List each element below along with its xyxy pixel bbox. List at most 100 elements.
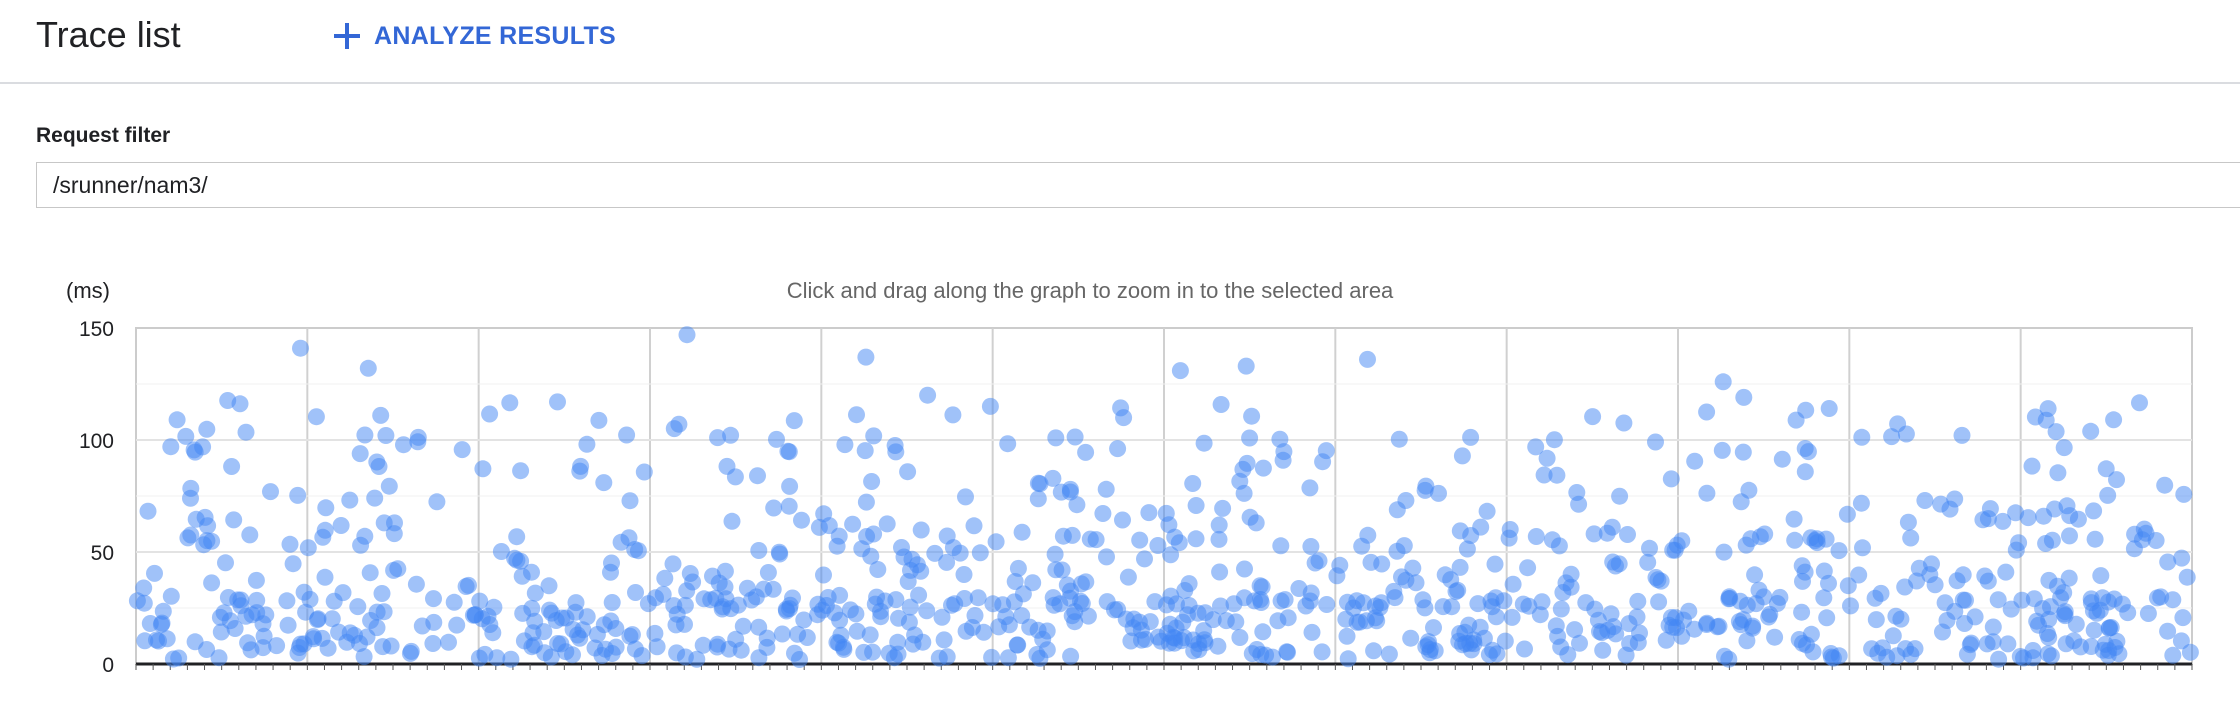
trace-point[interactable] [385, 525, 403, 543]
trace-point[interactable] [987, 533, 1005, 551]
trace-point[interactable] [1227, 613, 1245, 631]
trace-point[interactable] [1746, 566, 1764, 584]
trace-point[interactable] [1997, 563, 2015, 581]
trace-point[interactable] [865, 427, 883, 445]
trace-point[interactable] [1425, 619, 1442, 637]
trace-point[interactable] [1533, 593, 1551, 611]
trace-scatter-chart[interactable]: (ms) Click and drag along the graph to z… [0, 260, 2240, 696]
trace-point[interactable] [1737, 536, 1755, 554]
trace-point[interactable] [185, 441, 203, 459]
trace-point[interactable] [793, 511, 810, 529]
trace-point[interactable] [1272, 537, 1290, 555]
trace-point[interactable] [158, 630, 176, 648]
trace-point[interactable] [1276, 591, 1294, 609]
trace-point[interactable] [2094, 589, 2112, 607]
trace-point[interactable] [374, 638, 392, 656]
trace-point[interactable] [635, 463, 653, 481]
trace-point[interactable] [908, 556, 926, 574]
trace-point[interactable] [694, 636, 712, 654]
trace-point[interactable] [1887, 607, 1905, 625]
trace-point[interactable] [955, 566, 973, 583]
trace-point[interactable] [1279, 643, 1296, 661]
trace-point[interactable] [1830, 647, 1848, 665]
trace-point[interactable] [1365, 642, 1383, 660]
trace-point[interactable] [445, 593, 463, 611]
trace-point[interactable] [607, 638, 625, 656]
trace-point[interactable] [1946, 490, 1964, 508]
trace-point[interactable] [1184, 475, 1202, 492]
trace-point[interactable] [1571, 634, 1588, 652]
trace-point[interactable] [999, 435, 1017, 453]
trace-point[interactable] [981, 397, 999, 415]
trace-point[interactable] [523, 599, 541, 617]
trace-point[interactable] [448, 616, 466, 634]
trace-point[interactable] [198, 420, 216, 438]
trace-point[interactable] [1097, 480, 1115, 498]
trace-point[interactable] [1243, 407, 1261, 425]
trace-point[interactable] [567, 594, 585, 612]
trace-point[interactable] [2092, 567, 2110, 585]
trace-point[interactable] [1766, 628, 1784, 646]
trace-point[interactable] [356, 527, 374, 545]
trace-point[interactable] [1214, 499, 1232, 517]
trace-point[interactable] [765, 499, 783, 517]
trace-point[interactable] [2131, 394, 2148, 412]
trace-point[interactable] [186, 633, 204, 651]
trace-point[interactable] [2085, 502, 2103, 520]
trace-point[interactable] [1328, 567, 1346, 585]
trace-point[interactable] [1171, 362, 1189, 380]
trace-point[interactable] [1516, 640, 1533, 658]
trace-point[interactable] [2164, 646, 2182, 664]
trace-point[interactable] [225, 511, 243, 529]
trace-point[interactable] [930, 649, 948, 667]
trace-point[interactable] [1046, 545, 1064, 563]
trace-point[interactable] [781, 477, 799, 495]
trace-point[interactable] [535, 623, 553, 641]
trace-point[interactable] [1235, 484, 1253, 502]
trace-point[interactable] [944, 406, 962, 424]
trace-point[interactable] [1264, 648, 1281, 666]
trace-point[interactable] [1077, 443, 1095, 461]
trace-point[interactable] [1187, 530, 1205, 548]
trace-point[interactable] [593, 647, 611, 664]
trace-point[interactable] [564, 621, 582, 638]
trace-point[interactable] [749, 467, 766, 485]
trace-point[interactable] [2099, 646, 2117, 664]
trace-point[interactable] [1339, 650, 1357, 668]
trace-point[interactable] [1465, 635, 1483, 653]
trace-point[interactable] [2159, 553, 2177, 571]
trace-point[interactable] [135, 579, 153, 597]
trace-point[interactable] [2119, 604, 2137, 622]
trace-point[interactable] [1921, 566, 1939, 584]
trace-point[interactable] [1889, 415, 1907, 433]
trace-point[interactable] [502, 650, 520, 668]
trace-point[interactable] [1478, 502, 1496, 520]
trace-point[interactable] [526, 584, 544, 602]
trace-point[interactable] [1954, 566, 1972, 584]
trace-point[interactable] [2164, 591, 2182, 609]
trace-point[interactable] [848, 622, 866, 640]
trace-point[interactable] [508, 528, 526, 546]
trace-point[interactable] [1180, 597, 1198, 614]
trace-point[interactable] [2055, 439, 2073, 457]
trace-point[interactable] [1787, 411, 1805, 429]
trace-point[interactable] [1714, 373, 1732, 391]
trace-point[interactable] [1830, 542, 1848, 560]
trace-point[interactable] [1013, 523, 1031, 541]
trace-point[interactable] [773, 625, 791, 643]
trace-point[interactable] [1808, 530, 1826, 548]
trace-point[interactable] [1146, 593, 1164, 611]
trace-point[interactable] [1984, 618, 2002, 636]
trace-point[interactable] [997, 608, 1015, 626]
trace-point[interactable] [957, 622, 975, 640]
trace-point[interactable] [1175, 629, 1193, 647]
trace-point[interactable] [1552, 638, 1570, 656]
trace-point[interactable] [1187, 497, 1205, 514]
trace-point[interactable] [1598, 524, 1616, 542]
trace-point[interactable] [1615, 414, 1633, 432]
trace-point[interactable] [664, 555, 682, 573]
trace-point[interactable] [1902, 529, 1920, 547]
trace-point[interactable] [665, 420, 683, 438]
trace-point[interactable] [809, 606, 826, 624]
trace-point[interactable] [1038, 622, 1056, 640]
